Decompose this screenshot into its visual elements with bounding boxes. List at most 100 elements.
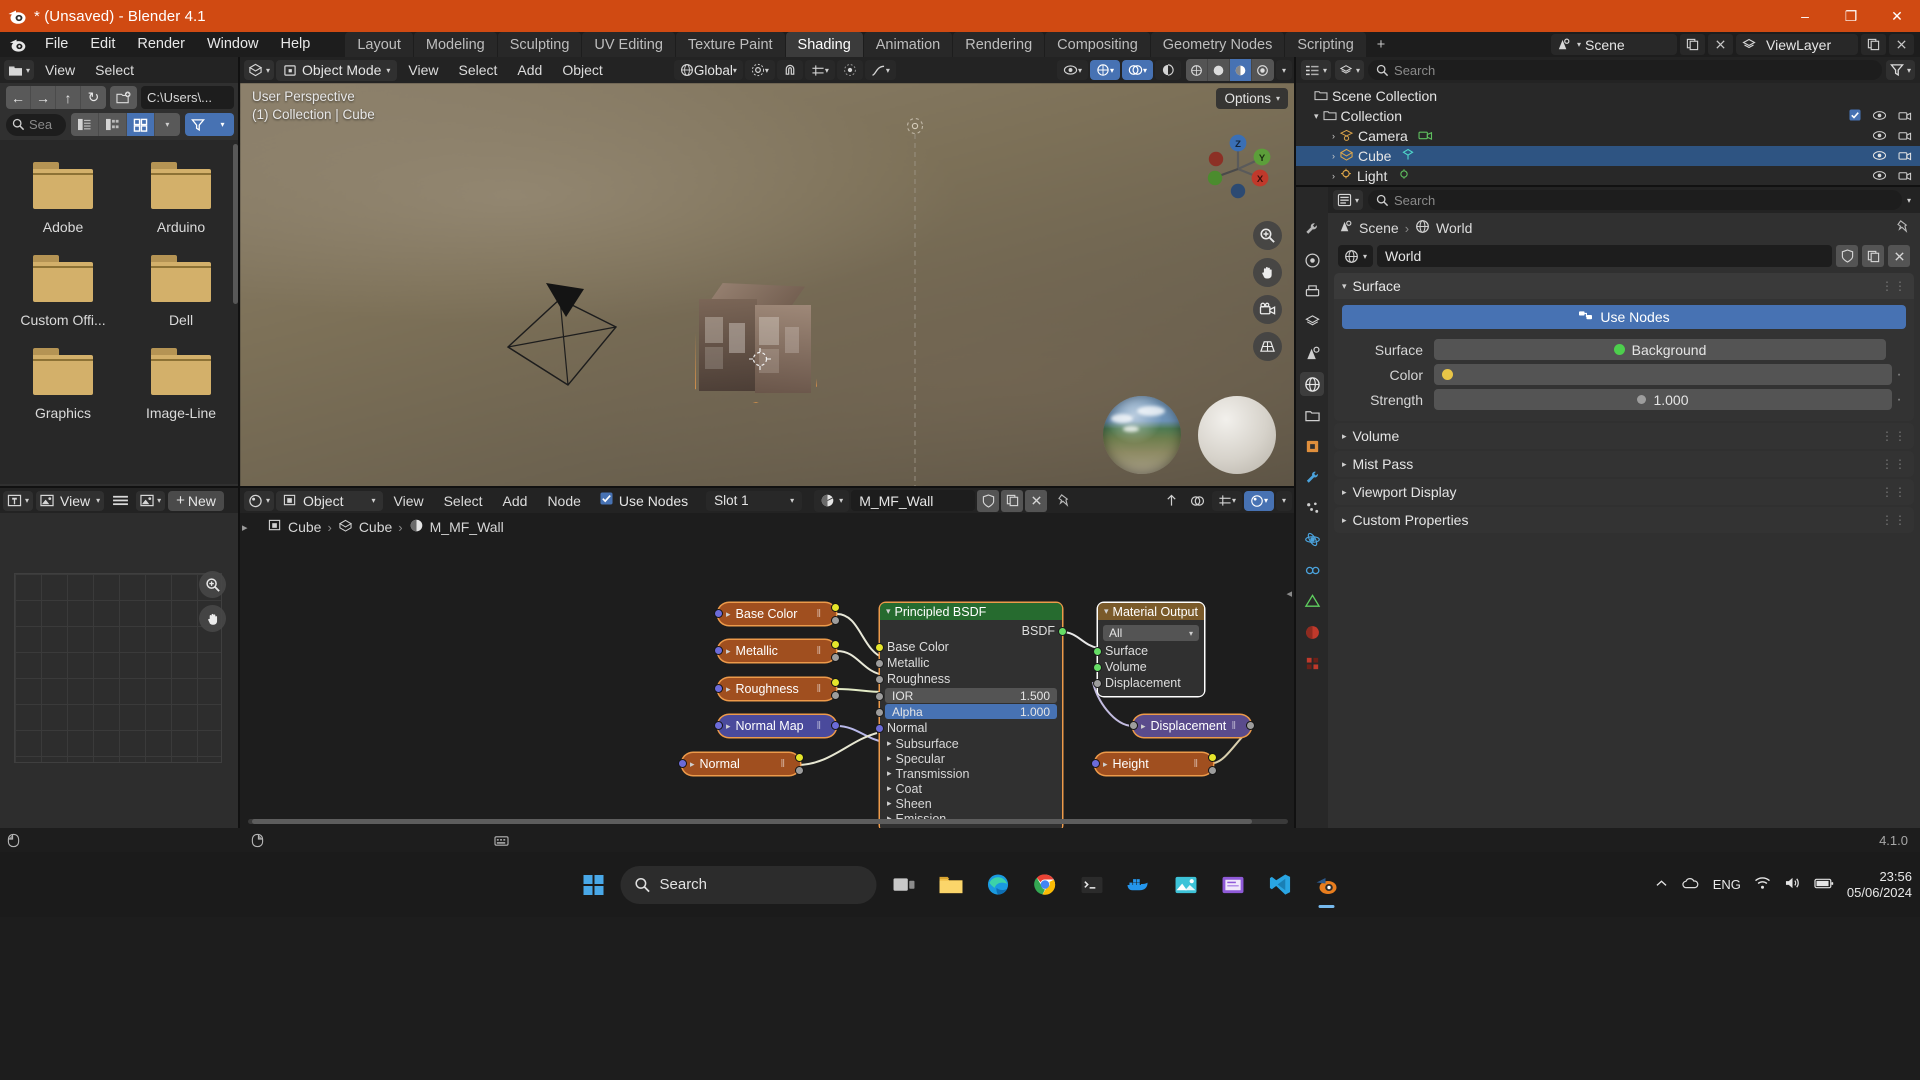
menu-window[interactable]: Window xyxy=(196,32,270,57)
material-preview-icon[interactable] xyxy=(1230,59,1252,81)
node-height-group[interactable]: ▸ Height ‖ xyxy=(1095,753,1213,775)
pin-icon[interactable] xyxy=(1895,219,1910,237)
outliner-row-collection[interactable]: ▾ Collection xyxy=(1296,106,1920,126)
hand-pan-icon[interactable] xyxy=(199,605,226,632)
workspace-tab-texture-paint[interactable]: Texture Paint xyxy=(676,32,785,57)
node-input-socket[interactable] xyxy=(875,708,884,717)
node-output-socket[interactable] xyxy=(1246,721,1255,730)
outliner-editor-type-button[interactable]: ▾ xyxy=(1301,60,1331,80)
taskbar-app-docker-desktop[interactable] xyxy=(1119,865,1159,905)
proportional-edit-toggle[interactable] xyxy=(837,60,863,80)
node-output-socket[interactable] xyxy=(1208,753,1217,762)
material-duplicate-button[interactable] xyxy=(1001,490,1023,512)
new-folder-icon[interactable] xyxy=(110,86,137,109)
viewport-select-menu[interactable]: Select xyxy=(450,60,507,80)
menu-edit[interactable]: Edit xyxy=(79,32,126,57)
thumbnail-grid-icon[interactable] xyxy=(127,113,155,136)
windows-start-icon[interactable] xyxy=(574,865,614,905)
solid-icon[interactable] xyxy=(1208,59,1230,81)
taskbar-app-powerpoint[interactable] xyxy=(1213,865,1253,905)
node-output-socket[interactable] xyxy=(831,640,840,649)
chevron-right-icon[interactable]: ▸ xyxy=(726,721,731,732)
properties-search-input[interactable]: Search xyxy=(1368,190,1902,210)
camera-render-icon[interactable] xyxy=(1898,128,1912,144)
eye-icon[interactable] xyxy=(1872,128,1887,144)
menu-file[interactable]: File xyxy=(34,32,79,57)
chevron-down-icon[interactable]: ▾ xyxy=(886,606,891,617)
node-output-socket[interactable] xyxy=(1058,627,1067,636)
prop-value-color[interactable] xyxy=(1434,364,1892,385)
eye-icon[interactable] xyxy=(1872,108,1887,124)
language-indicator[interactable]: ENG xyxy=(1713,877,1741,892)
material-slot-selector[interactable]: Slot 1 ▾ xyxy=(706,491,802,511)
chevron-right-icon[interactable]: ▸ xyxy=(726,609,731,620)
node-output-socket[interactable] xyxy=(831,616,840,625)
checkbox-icon[interactable] xyxy=(1849,108,1861,124)
camera-render-icon[interactable] xyxy=(1898,168,1912,184)
node-output-socket[interactable] xyxy=(831,721,840,730)
image-browse-button[interactable]: ▾ xyxy=(136,491,165,511)
file-browser-file-grid[interactable]: Adobe Arduino Custom Offi... Dell Graphi… xyxy=(0,140,240,484)
panel-mist-pass[interactable]: ▸ Mist Pass ⋮⋮ xyxy=(1334,451,1914,477)
workspace-tab-geometry-nodes[interactable]: Geometry Nodes xyxy=(1151,32,1285,57)
refresh-icon[interactable]: ↻ xyxy=(81,86,106,109)
properties-tab-tool[interactable] xyxy=(1300,217,1324,241)
node-input-socket[interactable] xyxy=(1091,759,1100,768)
node-input-socket[interactable] xyxy=(714,684,723,693)
viewlayer-selector[interactable]: ViewLayer xyxy=(1736,34,1858,55)
workspace-tab-uv-editing[interactable]: UV Editing xyxy=(582,32,675,57)
outliner-filter-button[interactable]: ▾ xyxy=(1886,60,1915,80)
chevron-right-icon[interactable]: › xyxy=(1332,171,1335,181)
node-input-socket[interactable] xyxy=(714,609,723,618)
file-browser-editor-type-button[interactable]: ▾ xyxy=(4,60,34,80)
node-material-output-header[interactable]: ▾ Material Output xyxy=(1098,603,1204,620)
node-editor-add-menu[interactable]: Add xyxy=(494,491,537,511)
outliner-row-camera[interactable]: › Camera xyxy=(1296,126,1920,146)
zoom-in-icon[interactable] xyxy=(199,571,226,598)
outliner-tree[interactable]: Scene Collection ▾ Collection xyxy=(1296,83,1920,186)
onedrive-cloud-icon[interactable] xyxy=(1681,876,1700,893)
outliner-row-light[interactable]: › Light xyxy=(1296,166,1920,186)
file-path-input[interactable]: C:\Users\... xyxy=(141,86,234,109)
scene-selector[interactable]: ▾ Scene xyxy=(1551,34,1677,55)
node-input-socket[interactable] xyxy=(1093,647,1102,656)
node-breadcrumb-mesh[interactable]: Cube xyxy=(359,519,392,535)
properties-tab-texture[interactable] xyxy=(1300,651,1324,675)
panel-drag-dots[interactable]: ⋮⋮ xyxy=(1881,485,1907,499)
viewport-xray-toggle[interactable] xyxy=(1155,60,1181,80)
node-input-socket[interactable] xyxy=(714,646,723,655)
node-input-socket[interactable] xyxy=(714,721,723,730)
taskbar-app-task-view[interactable] xyxy=(884,865,924,905)
use-nodes-button[interactable]: Use Nodes xyxy=(1342,305,1906,329)
taskbar-app-visual-studio-code[interactable] xyxy=(1260,865,1300,905)
rendered-icon[interactable] xyxy=(1252,59,1274,81)
properties-tab-object-data[interactable] xyxy=(1300,589,1324,613)
remove-scene-button[interactable] xyxy=(1708,34,1733,55)
node-input-socket[interactable] xyxy=(875,643,884,652)
node-input-socket[interactable] xyxy=(875,659,884,668)
eye-icon[interactable] xyxy=(1872,148,1887,164)
breadcrumb-item-scene[interactable]: Scene xyxy=(1359,220,1399,236)
animate-property-dot[interactable]: · xyxy=(1892,370,1906,380)
workspace-tab-modeling[interactable]: Modeling xyxy=(414,32,497,57)
node-sidebar-toggle-arrow[interactable]: ◂ xyxy=(1286,587,1292,600)
camera-render-icon[interactable] xyxy=(1898,148,1912,164)
taskbar-app-google-chrome[interactable] xyxy=(1025,865,1065,905)
remove-viewlayer-button[interactable] xyxy=(1889,34,1914,55)
node-material-output[interactable]: ▾ Material Output All ▾ Surface Volume xyxy=(1098,603,1204,696)
workspace-tab-compositing[interactable]: Compositing xyxy=(1045,32,1150,57)
properties-tab-physics[interactable] xyxy=(1300,527,1324,551)
arrow-left-icon[interactable]: ← xyxy=(6,86,31,109)
blender-menu-icon[interactable] xyxy=(0,32,34,57)
node-base-color-group[interactable]: ▸ Base Color ‖ xyxy=(718,603,836,625)
area-split-vertical-left[interactable] xyxy=(238,57,240,828)
area-split-horizontal-right[interactable] xyxy=(1296,185,1920,187)
world-fake-user-button[interactable] xyxy=(1836,245,1858,267)
properties-tab-object[interactable] xyxy=(1300,434,1324,458)
add-workspace-button[interactable]: + xyxy=(1367,32,1395,57)
image-editor-grid[interactable] xyxy=(14,573,222,763)
taskbar-clock[interactable]: 23:56 05/06/2024 xyxy=(1847,869,1912,901)
node-principled-bsdf-header[interactable]: ▾ Principled BSDF xyxy=(880,603,1062,620)
viewport-overlays-dropdown[interactable]: ▾ xyxy=(1122,60,1153,80)
node-section-transmission[interactable]: ▸ Transmission xyxy=(880,766,1062,781)
